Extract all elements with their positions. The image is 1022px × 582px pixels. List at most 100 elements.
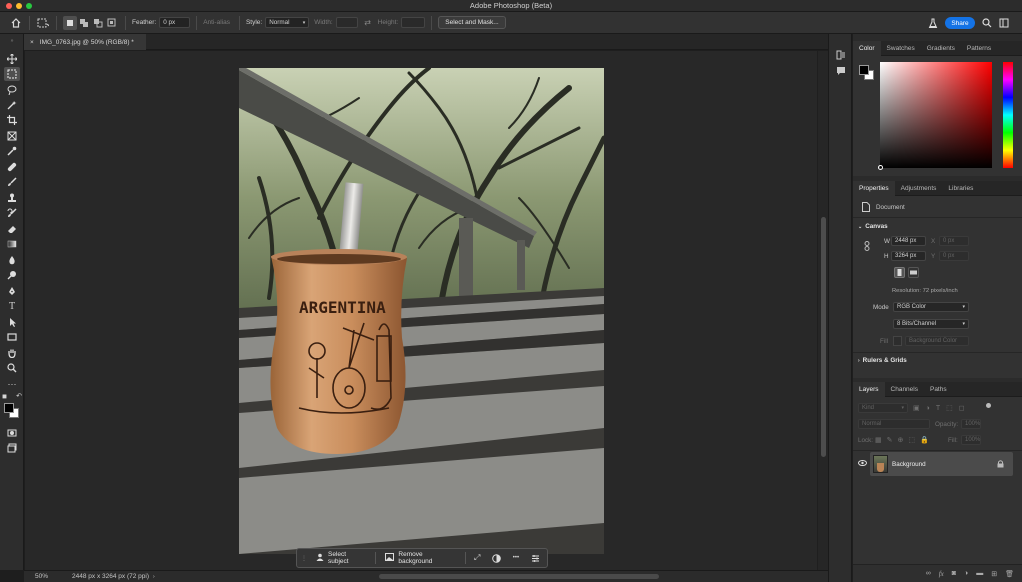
pen-tool-icon[interactable] [4,284,20,298]
settings-sliders-icon[interactable] [528,551,543,565]
blend-mode-select[interactable]: Normal [858,419,930,429]
tab-gradients[interactable]: Gradients [921,41,961,56]
color-field[interactable] [878,62,992,170]
horizontal-scroll-thumb[interactable] [379,574,659,579]
new-group-icon[interactable]: ▬ [976,570,983,577]
add-to-selection-icon[interactable] [77,16,91,30]
eraser-tool-icon[interactable] [4,222,20,236]
vertical-scrollbar[interactable] [817,51,828,570]
feather-input[interactable]: 0 px [159,17,191,28]
rulers-grids-section-header[interactable]: › Rulers & Grids [858,357,907,364]
gradient-tool-icon[interactable] [4,237,20,251]
tab-channels[interactable]: Channels [885,382,924,397]
width-input[interactable] [335,17,358,28]
delete-layer-icon[interactable]: 🗑 [1005,570,1014,578]
share-button[interactable]: Share [945,17,975,29]
anti-alias-checkbox[interactable]: Anti-alias [203,19,230,26]
document-info[interactable]: 2448 px x 3264 px (72 ppi) [72,573,149,580]
add-mask-icon[interactable]: ◙ [952,570,956,577]
intersect-selection-icon[interactable] [105,16,119,30]
layer-name[interactable]: Background [892,461,926,468]
select-and-mask-button[interactable]: Select and Mask... [438,16,506,29]
foreground-color-swatch[interactable] [4,403,14,413]
landscape-orientation-icon[interactable] [908,267,919,278]
close-window-button[interactable] [6,3,12,9]
history-brush-icon[interactable] [4,206,20,220]
layer-visibility-eye-icon[interactable] [858,460,867,468]
close-tab-icon[interactable]: × [30,39,34,46]
select-subject-button[interactable]: Select subject [311,551,371,565]
fill-select[interactable]: Background Color [905,336,969,346]
home-icon[interactable] [9,16,23,30]
color-picker-handle[interactable] [878,165,883,170]
canvas-section-header[interactable]: ⌄ Canvas [858,223,888,230]
tab-adjustments[interactable]: Adjustments [895,181,943,196]
adjustment-icon[interactable] [489,551,504,565]
brush-tool-icon[interactable] [4,175,20,189]
transform-icon[interactable]: ⤢ [470,551,485,565]
tab-paths[interactable]: Paths [924,382,953,397]
adjustment-layer-icon[interactable]: ◑ [964,570,968,577]
tab-swatches[interactable]: Swatches [881,41,921,56]
rectangle-tool-icon[interactable] [4,330,20,344]
flask-icon[interactable] [926,16,940,30]
canvas-area[interactable]: ARGENTINA [25,51,817,570]
dodge-tool-icon[interactable] [4,268,20,282]
new-selection-icon[interactable] [63,15,77,30]
chevron-right-icon[interactable]: › [153,574,155,580]
lasso-tool-icon[interactable] [4,83,20,97]
tab-color[interactable]: Color [853,40,881,56]
fill-opacity-input[interactable]: 100% [961,435,981,445]
lock-icons[interactable]: ▦✎⊕⬚🔒 [875,436,934,444]
swap-colors-icon[interactable]: ↶ [16,392,22,400]
spot-healing-brush-icon[interactable] [4,160,20,174]
eyedropper-tool-icon[interactable] [4,144,20,158]
hand-tool-icon[interactable] [4,346,20,360]
style-select[interactable]: Normal ▾ [265,17,310,28]
zoom-tool-icon[interactable] [4,361,20,375]
layer-filter-icons[interactable]: ▣◑T⬚◻ [913,404,971,412]
more-tools-icon[interactable]: ··· [4,377,20,391]
screen-mode-icon[interactable] [4,441,20,455]
move-tool-icon[interactable] [4,52,20,66]
layer-filter-select[interactable]: Kind ▾ [858,403,908,413]
color-mode-select[interactable]: RGB Color ▾ [893,302,969,312]
tab-patterns[interactable]: Patterns [961,41,997,56]
minimize-window-button[interactable] [16,3,22,9]
tab-properties[interactable]: Properties [853,180,895,196]
blur-tool-icon[interactable] [4,253,20,267]
canvas-width-input[interactable]: 2448 px [891,236,926,246]
taskbar-grip-icon[interactable]: ⋮ [301,555,307,562]
workspace-icon[interactable] [997,16,1011,30]
comments-panel-icon[interactable] [835,65,847,77]
rectangular-marquee-tool-icon[interactable] [4,67,20,81]
zoom-level[interactable]: 50% [35,573,48,580]
crop-tool-icon[interactable] [4,113,20,127]
fill-swatch[interactable] [893,336,902,346]
layer-style-icon[interactable]: fx [939,570,944,578]
canvas-x-input[interactable]: 0 px [939,236,969,246]
canvas-height-input[interactable]: 3264 px [891,251,926,261]
new-layer-icon[interactable]: ⊞ [991,570,997,578]
hue-slider[interactable] [1003,62,1013,168]
bit-depth-select[interactable]: 8 Bits/Channel ▾ [893,319,969,329]
document-image[interactable]: ARGENTINA [239,68,604,554]
search-icon[interactable] [980,16,994,30]
layer-row-background[interactable]: Background [870,452,1013,476]
more-options-icon[interactable]: ••• [508,551,523,565]
vertical-scroll-thumb[interactable] [821,217,826,457]
height-input[interactable] [401,17,426,28]
remove-background-button[interactable]: Remove background [380,551,460,565]
opacity-input[interactable]: 100% [961,419,981,429]
path-selection-tool-icon[interactable] [4,315,20,329]
clone-stamp-tool-icon[interactable] [4,191,20,205]
marquee-tool-preset-icon[interactable] [36,16,50,30]
toolbar-grip[interactable]: » [4,38,20,44]
canvas-y-input[interactable]: 0 px [939,251,969,261]
swap-dimensions-icon[interactable]: ⇄ [361,16,375,30]
history-panel-icon[interactable] [835,49,847,61]
tab-libraries[interactable]: Libraries [942,181,979,196]
object-selection-tool-icon[interactable] [4,98,20,112]
link-dimensions-icon[interactable] [864,241,870,253]
panel-foreground-swatch[interactable] [859,65,869,75]
